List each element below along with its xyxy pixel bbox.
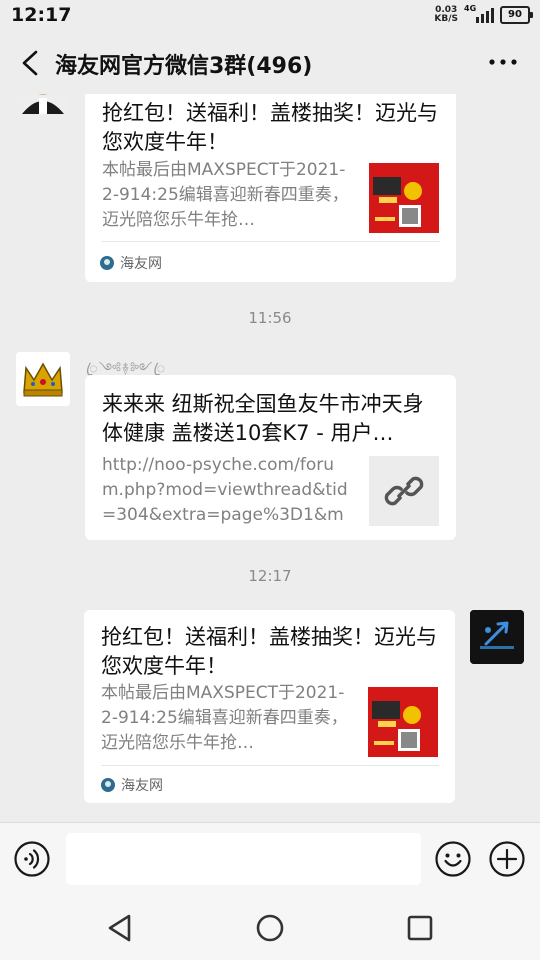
square-recent-icon[interactable] bbox=[404, 912, 436, 944]
source-icon bbox=[100, 256, 114, 270]
avatar[interactable] bbox=[16, 352, 70, 406]
card-divider bbox=[101, 765, 439, 766]
network-speed-unit: KB/S bbox=[434, 14, 458, 24]
plus-icon[interactable] bbox=[489, 841, 525, 877]
status-bar: 12:17 0.03 KB/S 4G 90 bbox=[0, 0, 540, 32]
link-icon bbox=[384, 476, 424, 506]
title-bar: 海友网官方微信3群(496) bbox=[0, 32, 540, 94]
card-source: 海友网 bbox=[100, 253, 162, 273]
message-input[interactable] bbox=[66, 833, 421, 885]
emoji-icon[interactable] bbox=[435, 841, 471, 877]
link-thumbnail bbox=[369, 456, 439, 526]
link-card[interactable]: 来来来 纽斯祝全国鱼友牛市冲天身体健康 盖楼送10套K7 - 用户… http:… bbox=[85, 375, 456, 540]
source-name: 海友网 bbox=[121, 778, 163, 794]
card-source: 海友网 bbox=[101, 775, 163, 795]
circle-home-icon[interactable] bbox=[254, 912, 286, 944]
battery-icon: 90 bbox=[500, 6, 533, 24]
status-icons: 0.03 KB/S 4G 90 bbox=[434, 4, 533, 24]
card-title: 抢红包！送福利！盖楼抽奖！迈光与您欢度牛年！ bbox=[102, 101, 438, 154]
source-icon bbox=[101, 778, 115, 792]
more-dots-icon[interactable] bbox=[488, 52, 518, 72]
self-avatar[interactable] bbox=[470, 610, 524, 664]
network-speed: 0.03 KB/S bbox=[434, 6, 458, 24]
link-card[interactable]: 抢红包！送福利！盖楼抽奖！迈光与您欢度牛年！ 本帖最后由MAXSPECT于202… bbox=[84, 610, 455, 803]
chevron-left-icon[interactable] bbox=[18, 49, 44, 77]
triangle-back-icon[interactable] bbox=[105, 912, 137, 944]
card-thumbnail bbox=[369, 163, 439, 233]
source-name: 海友网 bbox=[120, 256, 162, 272]
timestamp: 12:17 bbox=[248, 567, 292, 585]
network-type: 4G bbox=[464, 4, 477, 13]
card-title: 抢红包！送福利！盖楼抽奖！迈光与您欢度牛年！ bbox=[101, 625, 437, 678]
card-description: 本帖最后由MAXSPECT于2021-2-914:25编辑喜迎新春四重奏，迈光陪… bbox=[101, 683, 348, 753]
card-description: http://noo-psyche.com/forum.php?mod=view… bbox=[102, 455, 348, 525]
status-time: 12:17 bbox=[11, 4, 72, 26]
link-card[interactable]: 抢红包！送福利！盖楼抽奖！迈光与您欢度牛年！ 本帖最后由MAXSPECT于202… bbox=[85, 94, 456, 282]
chat-title: 海友网官方微信3群(496) bbox=[55, 54, 313, 79]
system-nav-bar bbox=[0, 898, 540, 960]
battery-level: 90 bbox=[508, 9, 522, 20]
voice-icon[interactable] bbox=[14, 841, 50, 877]
avatar[interactable] bbox=[16, 94, 70, 114]
input-bar bbox=[0, 822, 540, 899]
card-thumbnail bbox=[368, 687, 438, 757]
card-title: 来来来 纽斯祝全国鱼友牛市冲天身体健康 盖楼送10套K7 - 用户… bbox=[102, 392, 424, 445]
timestamp: 11:56 bbox=[248, 309, 292, 327]
card-description: 本帖最后由MAXSPECT于2021-2-914:25编辑喜迎新春四重奏，迈光陪… bbox=[102, 160, 349, 230]
card-divider bbox=[102, 241, 440, 242]
chat-messages[interactable]: 抢红包！送福利！盖楼抽奖！迈光与您欢度牛年！ 本帖最后由MAXSPECT于202… bbox=[0, 94, 540, 822]
signal-icon: 4G bbox=[464, 4, 494, 23]
